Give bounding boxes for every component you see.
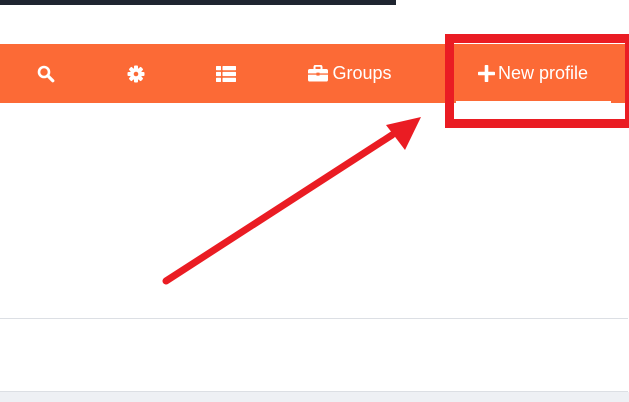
new-profile-button[interactable]: New profile (456, 44, 610, 103)
list-view-button[interactable] (208, 44, 244, 103)
plus-icon (477, 65, 495, 82)
groups-button[interactable]: Groups (298, 44, 402, 103)
list-icon (216, 65, 236, 82)
top-toolbar: Groups New profile (0, 44, 629, 103)
groups-label: Groups (332, 63, 392, 83)
active-item-underline (456, 101, 611, 103)
settings-button[interactable] (118, 44, 154, 103)
search-icon (37, 65, 55, 82)
content-panel (0, 318, 628, 392)
search-button[interactable] (28, 44, 64, 103)
top-dark-bar (0, 0, 396, 5)
new-profile-label: New profile (497, 63, 589, 83)
page-background-strip (0, 392, 629, 402)
briefcase-icon (308, 65, 329, 82)
gear-icon (127, 65, 145, 82)
